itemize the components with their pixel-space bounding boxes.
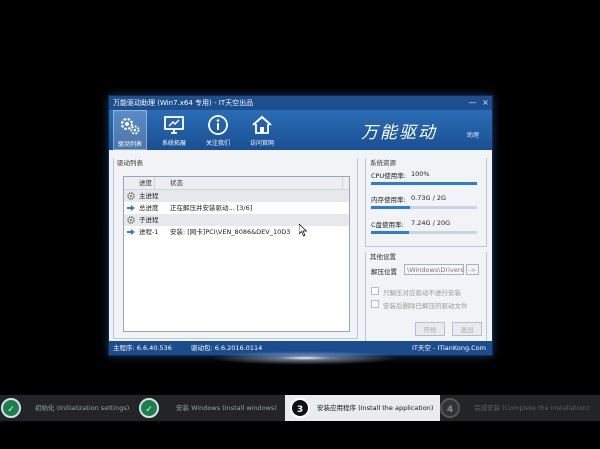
extract-location-label: 解压位置	[371, 268, 397, 276]
title-bar: 万能驱动助理 (Win7.x64 专用) - IT天空出品 — ×	[109, 96, 492, 110]
monitor-icon	[164, 116, 184, 134]
start-button[interactable]: 开始	[415, 322, 445, 336]
main-program-version: 主程序: 6.6.40.536	[113, 344, 172, 352]
row-progress: 子进程	[139, 216, 159, 224]
step-1-label: 初始化 (Initialization settings)	[35, 404, 130, 412]
row-status: 安装: [网卡]PCI\VEN_8086&DEV_10D3	[170, 228, 291, 236]
tab-follow-us-label: 关注我们	[205, 140, 230, 147]
disk-usage-bar	[371, 231, 477, 234]
window-title: 万能驱动助理 (Win7.x64 专用) - IT天空出品	[113, 99, 254, 107]
table-header: 进度 状态	[124, 177, 349, 190]
system-resources-title: 系统资源	[370, 159, 396, 167]
memory-usage-value: 0.73G / 2G	[411, 194, 447, 202]
step-3-number: 3	[290, 398, 310, 418]
exit-button[interactable]: 退出	[452, 322, 482, 336]
table-row[interactable]: 子进程	[124, 214, 349, 226]
row-progress: 总进度	[139, 204, 159, 212]
step-4-label: 完成安装 (Complete the installation)	[474, 404, 590, 412]
column-status: 状态	[170, 179, 183, 187]
tab-driver-list-label: 驱动列表	[117, 141, 142, 148]
arrow-right-icon	[127, 205, 135, 211]
browse-button[interactable]: ->	[466, 264, 479, 275]
progress-glow	[210, 351, 400, 365]
tab-official-site-label: 访问官网	[249, 140, 274, 147]
app-logo: 万能驱动 助理	[357, 110, 487, 150]
column-progress: 进度	[139, 179, 152, 187]
logo-subtitle: 助理	[467, 132, 480, 139]
tab-driver-list[interactable]: 驱动列表	[113, 110, 147, 150]
step-1-check-icon: ✓	[1, 398, 21, 418]
row-progress: 主进程	[139, 192, 159, 200]
cpu-usage-bar	[371, 182, 477, 185]
extract-only-label: 只解压对应驱动不进行安装	[383, 289, 461, 297]
gear-icon	[120, 117, 140, 135]
gear-icon	[127, 216, 135, 224]
delete-after-install-label: 安装后删除已解压的驱动文件	[383, 302, 468, 310]
table-row[interactable]: 进程-1 安装: [网卡]PCI\VEN_8086&DEV_10D3	[124, 226, 349, 238]
step-2-check-icon: ✓	[139, 398, 159, 418]
step-4-number: 4	[440, 398, 460, 418]
table-row[interactable]: 总进度 正在解压并安装驱动... [3/6]	[124, 202, 349, 214]
step-2-label: 安装 Windows (Install windows)	[176, 404, 277, 412]
step-3-label: 安装应用程序 (Install the application)	[317, 404, 434, 412]
driver-list-title: 驱动列表	[117, 159, 143, 167]
gear-icon	[127, 192, 135, 200]
cpu-usage-label: CPU使用率:	[371, 172, 406, 180]
disk-usage-label: C盘使用率:	[371, 221, 404, 229]
setup-steps-bar: ✓ 初始化 (Initialization settings) ✓ 安装 Win…	[0, 395, 600, 421]
site-link[interactable]: IT天空 - ITianKong.Com	[412, 341, 486, 355]
other-settings-title: 其他设置	[370, 253, 396, 261]
installing-overlay-text: 安装程序正在应用系统设置	[217, 311, 349, 324]
logo-text: 万能驱动	[361, 123, 437, 143]
toolbar: 驱动列表 系统拓展 关注我们 访问官网 万能驱动 助理	[109, 110, 492, 150]
tab-official-site[interactable]: 访问官网	[245, 110, 279, 150]
home-icon	[252, 115, 272, 134]
close-button[interactable]: ×	[479, 96, 492, 110]
row-progress: 进程-1	[139, 228, 159, 236]
memory-usage-label: 内存使用率:	[371, 196, 406, 204]
extract-only-checkbox[interactable]	[371, 287, 379, 295]
disk-usage-value: 7.24G / 20G	[411, 219, 451, 227]
arrow-right-icon	[127, 229, 135, 235]
info-icon	[208, 115, 228, 135]
mouse-cursor-icon	[299, 224, 308, 237]
minimize-button[interactable]: —	[466, 96, 479, 110]
extract-location-field[interactable]: \Windows\Drivers	[404, 264, 464, 275]
delete-after-install-checkbox[interactable]	[371, 300, 379, 308]
tab-system-extension-label: 系统拓展	[161, 140, 186, 147]
memory-usage-bar	[371, 206, 477, 209]
cpu-usage-value: 100%	[411, 170, 430, 178]
row-status: 正在解压并安装驱动... [3/6]	[170, 204, 253, 212]
tab-system-extension[interactable]: 系统拓展	[157, 110, 191, 150]
tab-follow-us[interactable]: 关注我们	[201, 110, 235, 150]
table-row[interactable]: 主进程	[124, 190, 349, 202]
